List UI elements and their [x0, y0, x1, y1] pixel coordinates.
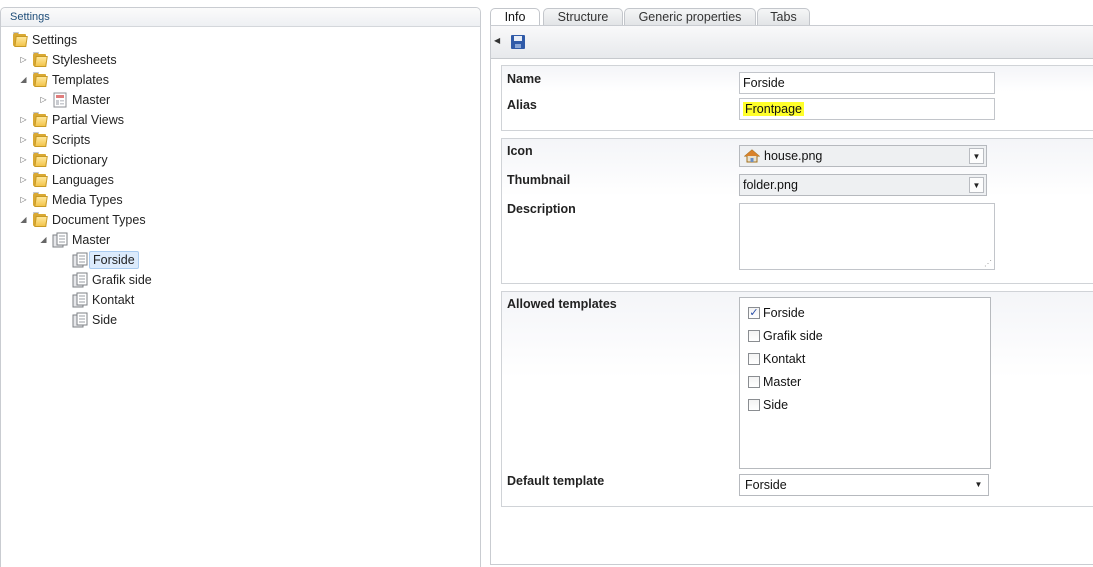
tab-structure[interactable]: Structure [543, 8, 623, 26]
thumbnail-label: Thumbnail [507, 173, 571, 187]
tree-header: Settings [1, 8, 480, 27]
checkbox-icon[interactable] [748, 376, 760, 388]
tree-node-label-selected: Forside [89, 251, 139, 269]
collapse-arrow-icon[interactable]: ◢ [19, 215, 28, 225]
toolbar-collapse-icon[interactable]: ◀ [494, 36, 500, 45]
allowed-templates-label: Allowed templates [507, 297, 617, 311]
chevron-down-icon[interactable]: ▼ [971, 477, 986, 493]
tab-tabs[interactable]: Tabs [757, 8, 810, 26]
expand-arrow-icon[interactable]: ▷ [39, 95, 48, 105]
folder-icon [32, 52, 48, 67]
icon-select[interactable]: house.png ▼ [739, 145, 987, 167]
settings-tree-panel: Settings Settings ▷ Stylesheets ◢ Templa… [0, 7, 481, 567]
name-label: Name [507, 72, 542, 86]
tree-node-label: Scripts [52, 133, 91, 147]
thumbnail-select[interactable]: folder.png ▼ [739, 174, 987, 196]
checkbox-label: Side [763, 398, 789, 412]
tree-node-label: Kontakt [92, 293, 135, 307]
tree-node-label: Partial Views [52, 113, 125, 127]
expand-arrow-icon[interactable]: ▷ [19, 55, 28, 65]
tree-node-label: Settings [32, 33, 78, 47]
allowed-templates-list: ✓ Forside Grafik side Kontakt Master Sid… [739, 297, 991, 469]
checkbox-checked-icon[interactable]: ✓ [748, 307, 760, 319]
tab-generic-properties[interactable]: Generic properties [624, 8, 756, 26]
checkbox-icon[interactable] [748, 399, 760, 411]
alias-input[interactable]: Frontpage [739, 98, 995, 120]
tree-node-label: Master [72, 93, 111, 107]
tree-node-label: Stylesheets [52, 53, 117, 67]
description-textarea[interactable]: ⋰ [739, 203, 995, 270]
tree-node-label: Templates [52, 73, 109, 87]
document-type-icon [52, 232, 68, 248]
default-template-select[interactable]: Forside ▼ [739, 474, 989, 496]
folder-icon [32, 112, 48, 127]
expand-arrow-icon[interactable]: ▷ [19, 175, 28, 185]
tree-node-label: Grafik side [92, 273, 152, 287]
alias-label: Alias [507, 98, 537, 112]
folder-icon [32, 192, 48, 207]
folder-icon [12, 32, 28, 47]
description-label: Description [507, 202, 576, 216]
chevron-down-icon[interactable]: ▼ [969, 148, 984, 164]
expand-arrow-icon[interactable]: ▷ [19, 155, 28, 165]
collapse-arrow-icon[interactable]: ◢ [39, 235, 48, 245]
template-icon [53, 92, 67, 108]
resize-grip-icon[interactable]: ⋰ [984, 259, 992, 268]
checkbox-label: Master [763, 375, 802, 389]
folder-icon [32, 152, 48, 167]
editor-toolbar: ◀ [491, 26, 1093, 59]
document-type-icon [72, 292, 88, 308]
chevron-down-icon[interactable]: ▼ [969, 177, 984, 193]
tree-node-label: Document Types [52, 213, 146, 227]
tree-node-label: Languages [52, 173, 114, 187]
expand-arrow-icon[interactable]: ▷ [19, 195, 28, 205]
tree-node-label: Dictionary [52, 153, 108, 167]
document-type-icon [72, 272, 88, 288]
icon-label: Icon [507, 144, 533, 158]
name-input[interactable]: Forside [739, 72, 995, 94]
checkbox-label: Forside [763, 306, 805, 320]
checkbox-icon[interactable] [748, 353, 760, 365]
document-type-icon [72, 252, 88, 268]
document-type-icon [72, 312, 88, 328]
expand-arrow-icon[interactable]: ▷ [19, 115, 28, 125]
folder-icon [32, 132, 48, 147]
house-icon [744, 149, 760, 163]
icon-select-value: house.png [764, 149, 823, 163]
tree-node-label: Master [72, 233, 111, 247]
expand-arrow-icon[interactable]: ▷ [19, 135, 28, 145]
tree-node-label: Media Types [52, 193, 123, 207]
tree-node-label: Side [92, 313, 118, 327]
folder-icon [32, 72, 48, 87]
checkbox-label: Grafik side [763, 329, 823, 343]
folder-icon [32, 212, 48, 227]
alias-value: Frontpage [743, 102, 804, 116]
default-template-label: Default template [507, 474, 605, 488]
default-template-value: Forside [745, 478, 787, 492]
checkbox-label: Kontakt [763, 352, 806, 366]
folder-icon [32, 172, 48, 187]
collapse-arrow-icon[interactable]: ◢ [19, 75, 28, 85]
save-icon[interactable] [511, 35, 525, 49]
thumbnail-select-value: folder.png [743, 178, 798, 192]
checkbox-icon[interactable] [748, 330, 760, 342]
